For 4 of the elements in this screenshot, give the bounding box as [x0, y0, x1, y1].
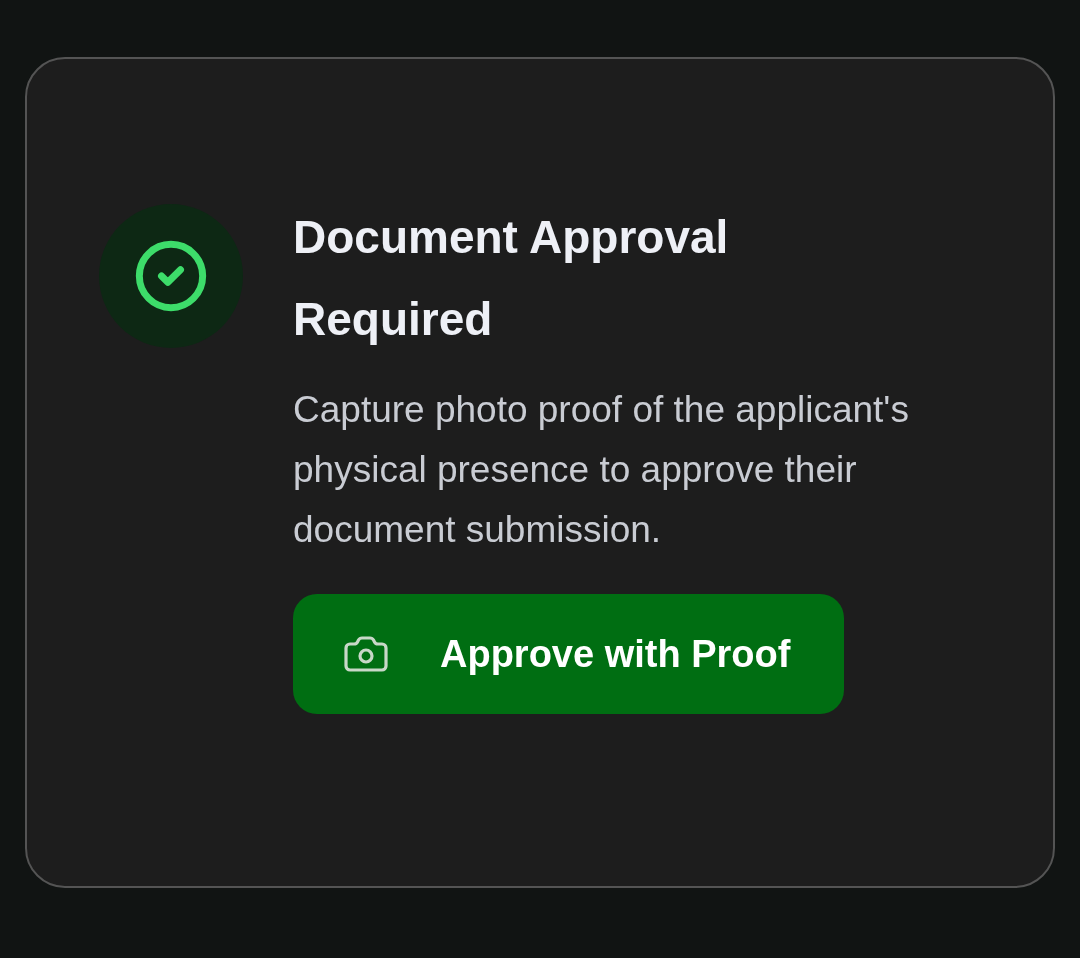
card-description: Capture photo proof of the applicant's physical presence to approve their document submission. — [293, 388, 910, 552]
check-circle-icon — [133, 238, 209, 314]
card-title: Document Approval Required — [293, 210, 730, 347]
approve-button[interactable]: Approve with Proof — [293, 594, 844, 714]
